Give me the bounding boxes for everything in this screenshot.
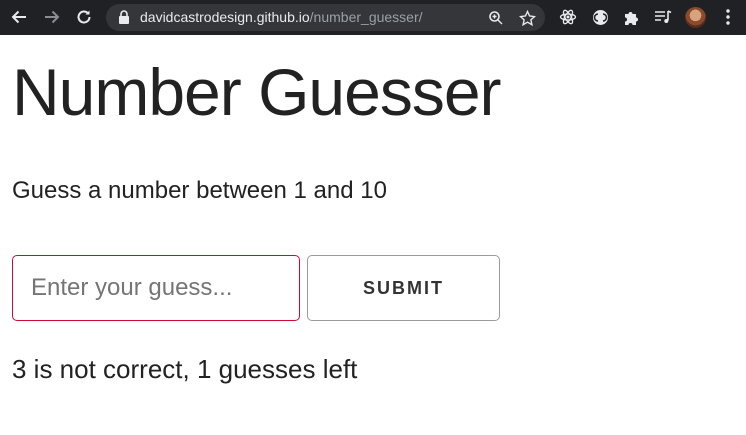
browser-toolbar: davidcastrodesign.github.io/number_guess… xyxy=(0,0,746,35)
feedback-message: 3 is not correct, 1 guesses left xyxy=(12,354,358,384)
reload-icon[interactable] xyxy=(73,6,95,28)
bookmark-star-icon[interactable] xyxy=(518,9,536,27)
url-text[interactable]: davidcastrodesign.github.io/number_guess… xyxy=(140,9,423,26)
page-content: Number Guesser Guess a number between 1 … xyxy=(0,35,746,435)
guess-input[interactable] xyxy=(12,255,300,321)
url-host: davidcastrodesign.github.io xyxy=(140,9,310,25)
page-title: Number Guesser xyxy=(12,55,502,129)
instructions-text: Guess a number between 1 and 10 xyxy=(12,177,387,204)
submit-button[interactable]: SUBMIT xyxy=(307,255,500,321)
lock-icon[interactable] xyxy=(118,10,132,25)
url-path: /number_guesser/ xyxy=(309,9,423,25)
menu-dots-icon[interactable] xyxy=(718,7,738,27)
address-bar[interactable]: davidcastrodesign.github.io/number_guess… xyxy=(106,4,545,31)
react-devtools-icon[interactable] xyxy=(558,7,578,27)
zoom-icon[interactable] xyxy=(487,9,505,27)
profile-avatar[interactable] xyxy=(685,7,706,28)
extensions-puzzle-icon[interactable] xyxy=(621,7,641,27)
media-queue-icon[interactable] xyxy=(653,7,673,27)
extension-icon[interactable] xyxy=(590,7,610,27)
forward-icon[interactable] xyxy=(41,6,63,28)
back-icon[interactable] xyxy=(8,6,30,28)
